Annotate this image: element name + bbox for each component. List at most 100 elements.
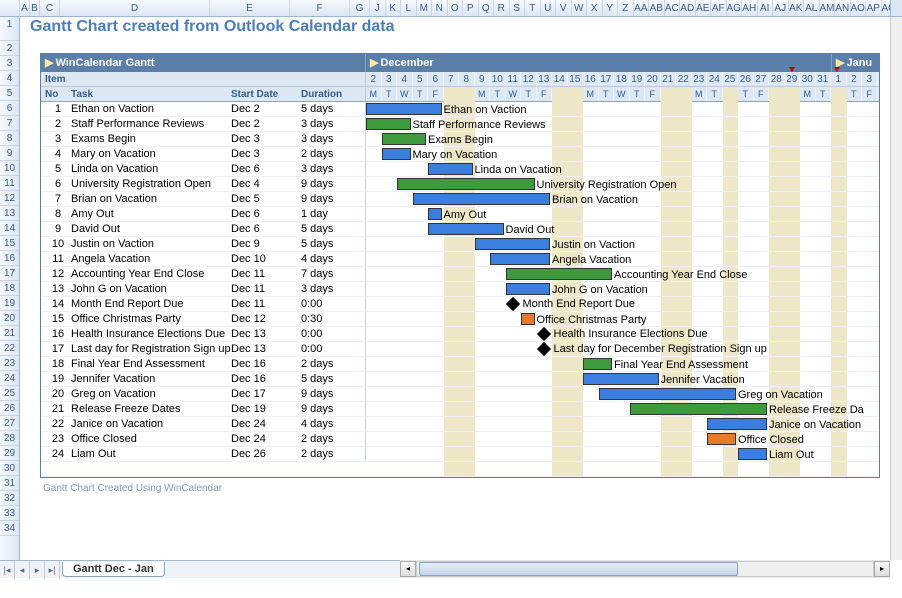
gantt-bar[interactable]: Office Closed — [707, 433, 736, 445]
col-header[interactable]: AL — [804, 0, 820, 16]
col-header[interactable]: AO — [851, 0, 867, 16]
col-header[interactable]: U — [541, 0, 557, 16]
col-header[interactable]: N — [432, 0, 448, 16]
col-header[interactable]: Z — [618, 0, 634, 16]
gantt-row[interactable]: 6University Registration OpenDec 49 days… — [41, 177, 879, 192]
col-header[interactable]: C — [40, 0, 60, 16]
row-header[interactable]: 16 — [0, 251, 19, 266]
row-header[interactable]: 5 — [0, 86, 19, 101]
gantt-bar[interactable]: David Out — [428, 223, 504, 235]
col-header[interactable]: AE — [696, 0, 712, 16]
gantt-bar[interactable]: Release Freeze Da — [630, 403, 768, 415]
col-header[interactable]: L — [401, 0, 417, 16]
gantt-bar[interactable]: Staff Performance Reviews — [366, 118, 411, 130]
gantt-row[interactable]: 14Month End Report DueDec 110:00Month En… — [41, 297, 879, 312]
gantt-row[interactable]: 7Brian on VacationDec 59 daysBrian on Va… — [41, 192, 879, 207]
col-header[interactable]: AB — [649, 0, 665, 16]
gantt-bar[interactable]: Ethan on Vaction — [366, 103, 442, 115]
gantt-bar[interactable]: Linda on Vacation — [428, 163, 473, 175]
col-header[interactable]: AN — [835, 0, 851, 16]
col-header[interactable]: M — [417, 0, 433, 16]
col-header[interactable]: E — [210, 0, 290, 16]
row-header[interactable]: 26 — [0, 401, 19, 416]
col-header[interactable]: AM — [820, 0, 836, 16]
gantt-row[interactable]: 1Ethan on VactionDec 25 daysEthan on Vac… — [41, 102, 879, 117]
row-header[interactable]: 15 — [0, 236, 19, 251]
gantt-row[interactable]: 24Liam OutDec 262 daysLiam Out — [41, 447, 879, 462]
row-header[interactable]: 27 — [0, 416, 19, 431]
row-header[interactable]: 11 — [0, 176, 19, 191]
gantt-row[interactable]: 18Final Year End AssessmentDec 162 daysF… — [41, 357, 879, 372]
gantt-bar[interactable]: Accounting Year End Close — [506, 268, 613, 280]
col-header[interactable]: AI — [758, 0, 774, 16]
gantt-row[interactable]: 23Office ClosedDec 242 daysOffice Closed — [41, 432, 879, 447]
gantt-bar[interactable]: Liam Out — [738, 448, 767, 460]
row-header[interactable]: 22 — [0, 341, 19, 356]
gantt-row[interactable]: 15Office Christmas PartyDec 120:30Office… — [41, 312, 879, 327]
tab-next-icon[interactable]: ▸ — [30, 561, 45, 579]
gantt-row[interactable]: 3Exams BeginDec 33 daysExams Begin — [41, 132, 879, 147]
gantt-row[interactable]: 17Last day for Registration Sign upDec 1… — [41, 342, 879, 357]
col-header[interactable]: S — [510, 0, 526, 16]
col-header[interactable]: AG — [727, 0, 743, 16]
col-header[interactable]: R — [494, 0, 510, 16]
col-header[interactable]: W — [572, 0, 588, 16]
col-header[interactable]: O — [448, 0, 464, 16]
gantt-row[interactable]: 8Amy OutDec 61 dayAmy Out — [41, 207, 879, 222]
gantt-bar[interactable]: Janice on Vacation — [707, 418, 767, 430]
row-header[interactable]: 7 — [0, 116, 19, 131]
row-header[interactable]: 24 — [0, 371, 19, 386]
tab-first-icon[interactable]: |◂ — [0, 561, 15, 579]
row-header[interactable]: 17 — [0, 266, 19, 281]
col-header[interactable]: AH — [742, 0, 758, 16]
row-header[interactable]: 10 — [0, 161, 19, 176]
vertical-scrollbar[interactable] — [890, 17, 902, 560]
gantt-row[interactable]: 4Mary on VacationDec 32 daysMary on Vaca… — [41, 147, 879, 162]
selectall-corner[interactable] — [890, 0, 902, 17]
row-header[interactable]: 28 — [0, 431, 19, 446]
row-header[interactable]: 31 — [0, 476, 19, 491]
row-header[interactable]: 23 — [0, 356, 19, 371]
gantt-row[interactable]: 12Accounting Year End CloseDec 117 daysA… — [41, 267, 879, 282]
gantt-row[interactable]: 19Jennifer VacationDec 165 daysJennifer … — [41, 372, 879, 387]
gantt-row[interactable]: 9David OutDec 65 daysDavid Out — [41, 222, 879, 237]
gantt-bar[interactable]: Jennifer Vacation — [583, 373, 659, 385]
horizontal-scrollbar[interactable]: ◂ ▸ — [400, 560, 890, 578]
gantt-bar[interactable]: Office Christmas Party — [521, 313, 535, 325]
scroll-right-icon[interactable]: ▸ — [874, 561, 890, 577]
col-header[interactable]: AA — [634, 0, 650, 16]
col-header[interactable]: J — [370, 0, 386, 16]
col-header[interactable]: P — [463, 0, 479, 16]
gantt-row[interactable]: 22Janice on VacationDec 244 daysJanice o… — [41, 417, 879, 432]
gantt-row[interactable]: 16Health Insurance Elections DueDec 130:… — [41, 327, 879, 342]
gantt-bar[interactable]: Brian on Vacation — [413, 193, 551, 205]
col-header[interactable]: X — [587, 0, 603, 16]
col-header[interactable]: G — [350, 0, 370, 16]
col-header[interactable]: AC — [665, 0, 681, 16]
col-header[interactable]: A — [20, 0, 30, 16]
col-header[interactable]: D — [60, 0, 210, 16]
gantt-row[interactable]: 10Justin on VactionDec 95 daysJustin on … — [41, 237, 879, 252]
row-header[interactable]: 1 — [0, 17, 19, 41]
gantt-bar[interactable]: Final Year End Assessment — [583, 358, 612, 370]
col-header[interactable]: AP — [866, 0, 882, 16]
row-header[interactable]: 4 — [0, 71, 19, 86]
row-header[interactable]: 32 — [0, 491, 19, 506]
row-header[interactable]: 13 — [0, 206, 19, 221]
col-header[interactable]: K — [386, 0, 402, 16]
row-header[interactable]: 33 — [0, 506, 19, 521]
col-header[interactable]: AD — [680, 0, 696, 16]
gantt-bar[interactable]: Greg on Vacation — [599, 388, 737, 400]
scroll-left-icon[interactable]: ◂ — [400, 561, 416, 577]
gantt-bar[interactable]: John G on Vacation — [506, 283, 551, 295]
row-header[interactable]: 8 — [0, 131, 19, 146]
col-header[interactable]: AJ — [773, 0, 789, 16]
row-header[interactable]: 3 — [0, 56, 19, 71]
gantt-row[interactable]: 2Staff Performance ReviewsDec 23 daysSta… — [41, 117, 879, 132]
row-header[interactable]: 2 — [0, 41, 19, 56]
grid-area[interactable]: Gantt Chart created from Outlook Calenda… — [20, 17, 890, 560]
row-header[interactable]: 30 — [0, 461, 19, 476]
gantt-bar[interactable]: Amy Out — [428, 208, 442, 220]
col-header[interactable]: T — [525, 0, 541, 16]
col-header[interactable]: Y — [603, 0, 619, 16]
